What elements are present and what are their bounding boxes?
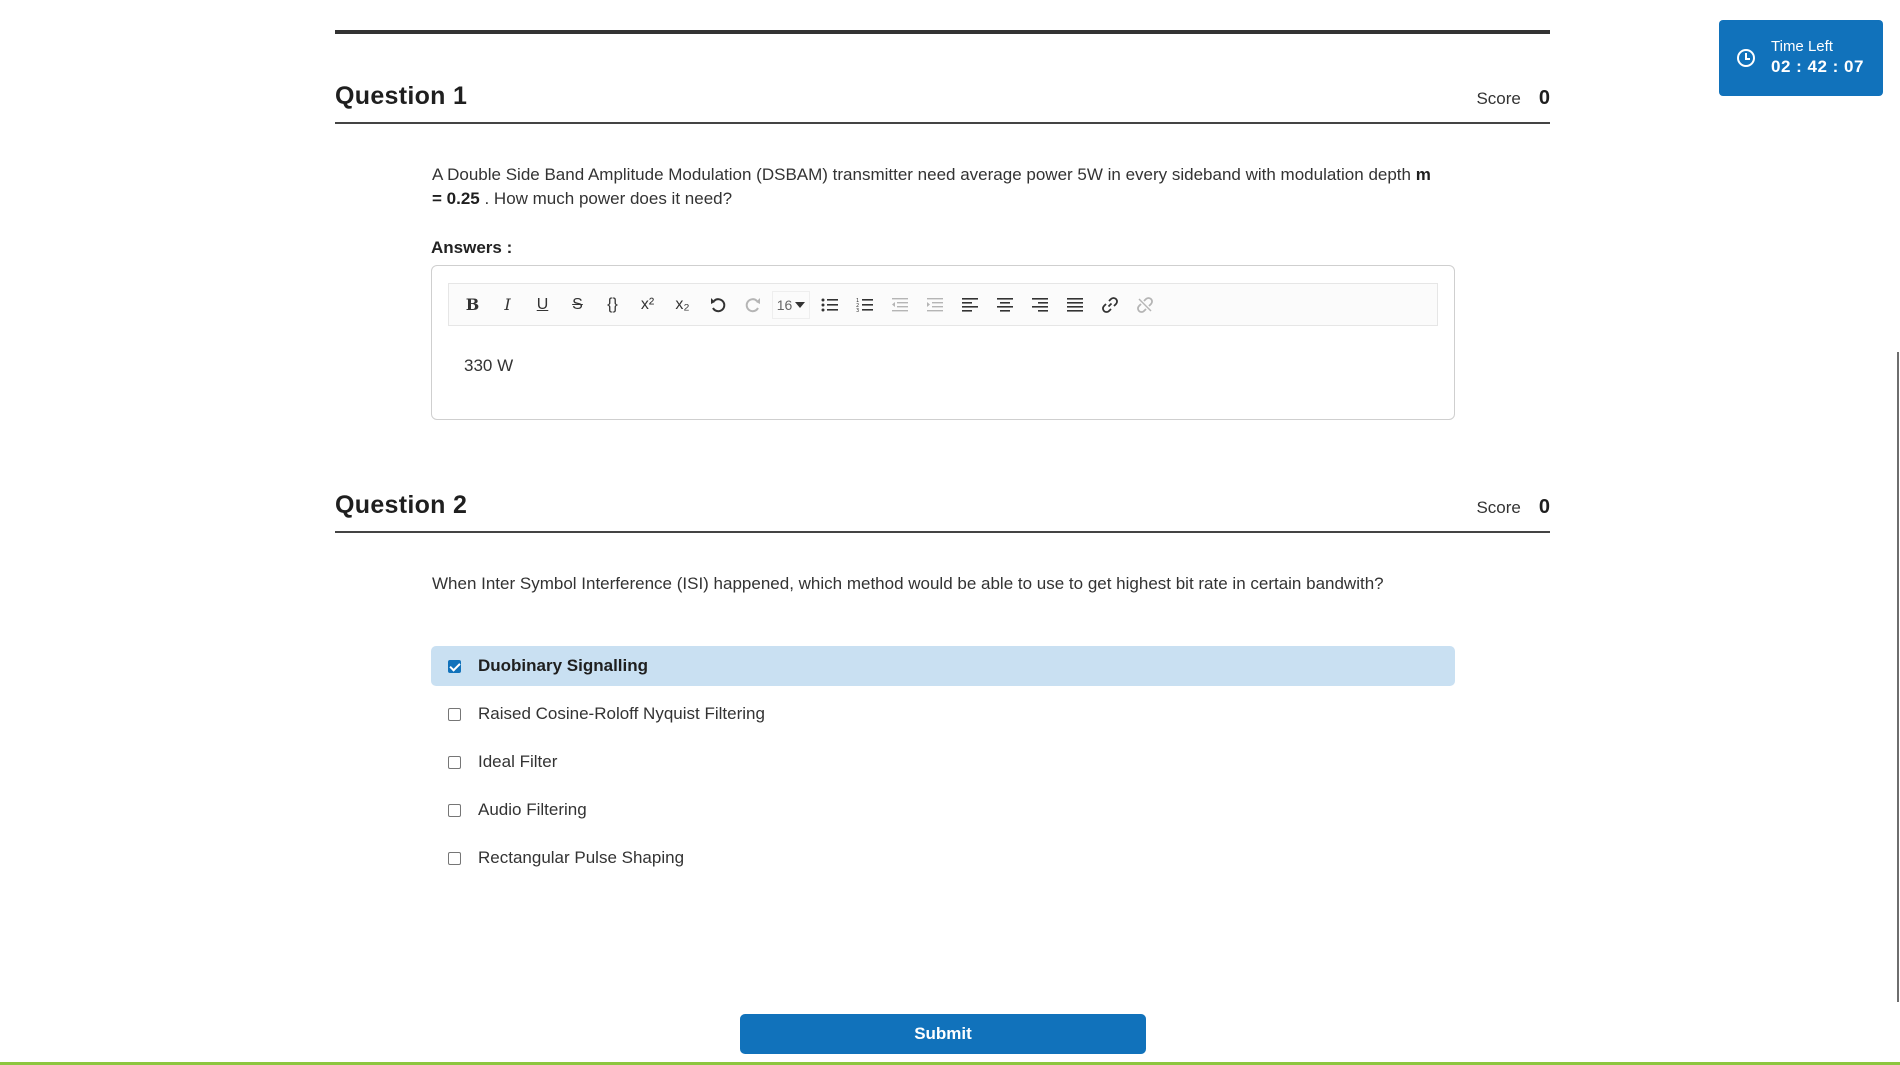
option-raised-cosine[interactable]: Raised Cosine-Roloff Nyquist Filtering [431,694,1455,734]
editor-toolbar: B I U S {} x² x₂ 16 123 [448,283,1438,326]
question-2-title: Question 2 [335,491,468,519]
unlink-icon[interactable] [1127,289,1162,321]
submit-button[interactable]: Submit [740,1014,1146,1054]
option-duobinary-signalling[interactable]: Duobinary Signalling [431,646,1455,686]
option-checkbox[interactable] [448,851,461,865]
timer-value: 02 : 42 : 07 [1771,57,1864,76]
question-1-score: Score 0 [1476,87,1550,110]
score-value: 0 [1538,87,1550,109]
option-label: Audio Filtering [478,800,587,819]
option-checkbox[interactable] [448,803,461,817]
align-right-icon[interactable] [1022,289,1057,321]
question-2-text: When Inter Symbol Interference (ISI) hap… [432,574,1384,593]
question-1-text: A Double Side Band Amplitude Modulation … [432,163,1442,211]
option-audio-filtering[interactable]: Audio Filtering [431,790,1455,830]
question-1-header: Question 1 Score 0 [335,82,1550,124]
bullet-list-icon[interactable] [812,289,847,321]
bold-icon[interactable]: B [455,289,490,321]
scrollbar[interactable] [1897,352,1899,1002]
font-size-value: 16 [776,296,793,313]
undo-icon[interactable] [700,289,735,321]
answer-text[interactable]: 330 W [464,356,513,376]
question-1-text-part: . How much power does it need? [479,189,733,208]
score-value: 0 [1538,496,1550,518]
option-rectangular-pulse-shaping[interactable]: Rectangular Pulse Shaping [431,838,1455,878]
question-1-title: Question 1 [335,82,468,110]
option-checkbox[interactable] [448,755,461,769]
svg-text:3: 3 [856,308,859,313]
underline-icon[interactable]: U [525,289,560,321]
option-label: Rectangular Pulse Shaping [478,848,685,867]
justify-icon[interactable] [1057,289,1092,321]
score-label: Score [1476,89,1521,108]
font-size-select[interactable]: 16 [772,290,810,319]
align-center-icon[interactable] [987,289,1022,321]
answer-editor[interactable]: B I U S {} x² x₂ 16 123 330 W [431,265,1455,420]
align-left-icon[interactable] [952,289,987,321]
numbered-list-icon[interactable]: 123 [847,289,882,321]
answers-label: Answers : [431,238,513,257]
link-icon[interactable] [1092,289,1127,321]
quiz-page: Time Left 02 : 42 : 07 Question 1 Score … [0,0,1900,1065]
option-label: Raised Cosine-Roloff Nyquist Filtering [478,704,765,723]
chevron-down-icon [795,301,806,308]
question-1-text-part: A Double Side Band Amplitude Modulation … [432,165,1416,184]
strikethrough-icon[interactable]: S [560,289,595,321]
redo-icon[interactable] [735,289,770,321]
score-label: Score [1476,498,1521,517]
code-icon[interactable]: {} [595,289,630,321]
top-divider [335,30,1550,34]
clock-icon [1737,49,1755,67]
option-label: Ideal Filter [478,752,558,771]
superscript-icon[interactable]: x² [630,289,665,321]
option-checkbox[interactable] [448,707,461,721]
option-checkbox[interactable] [448,659,461,673]
question-2-header: Question 2 Score 0 [335,491,1550,533]
option-ideal-filter[interactable]: Ideal Filter [431,742,1455,782]
time-left-panel: Time Left 02 : 42 : 07 [1719,20,1883,96]
timer-label: Time Left [1771,38,1833,55]
outdent-icon[interactable] [882,289,917,321]
italic-icon[interactable]: I [490,289,525,321]
question-2-score: Score 0 [1476,496,1550,519]
subscript-icon[interactable]: x₂ [665,289,700,321]
indent-icon[interactable] [917,289,952,321]
option-label: Duobinary Signalling [478,656,649,675]
